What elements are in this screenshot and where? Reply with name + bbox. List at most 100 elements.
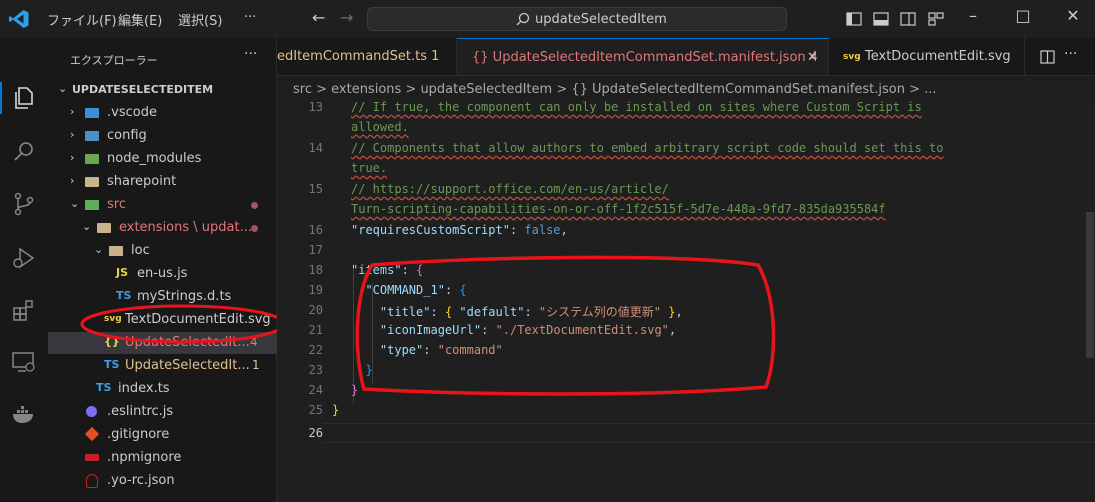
maximize-icon[interactable]: □ [1008,6,1038,30]
comment-text: allowed. [351,120,409,134]
line-number: 17 [308,243,323,257]
folder-icon [109,246,123,256]
vscode-folder-icon [85,108,99,118]
svg-file-icon: svg [843,52,861,62]
javascript-file-icon: JS [116,266,129,279]
source-control-icon[interactable] [10,190,38,218]
tree-item-index-ts[interactable]: TS index.ts [48,378,277,400]
title-bar: ファイル(F) 編集(E) 選択(S) ··· ← → updateSelect… [0,0,1095,38]
close-window-icon[interactable]: ✕ [1058,6,1088,30]
comment-text: // https://support.office.com/en-us/arti… [351,182,669,196]
menu-file[interactable]: ファイル(F) [47,10,117,29]
sidebar-more-actions[interactable]: ··· [244,46,257,62]
tree-root-folder[interactable]: ⌄ UPDATESELECTEDITEM [48,79,277,101]
tree-item-label: .npmignore [107,450,182,465]
remote-explorer-icon[interactable] [10,348,38,376]
menu-more[interactable]: ··· [244,10,256,25]
split-editor-icon[interactable] [1040,50,1055,64]
current-line-highlight [323,423,1095,443]
git-file-icon [84,426,100,442]
minimize-icon[interactable]: – [958,6,988,30]
run-and-debug-icon[interactable] [10,244,38,272]
chevron-right-icon: › [70,105,75,118]
tree-item-npmignore[interactable]: .npmignore [48,447,277,469]
extensions-icon[interactable] [10,296,38,324]
line-number: 23 [308,363,323,377]
search-label: updateSelectedItem [535,12,667,27]
line-number-current: 26 [308,426,323,440]
sidebar-title: エクスプローラー [70,54,158,67]
tree-item-extensions[interactable]: ⌄ extensions \ updat... [48,217,277,239]
tree-item-label: config [107,128,147,143]
comment-text: // If true, the component can only be in… [351,100,922,114]
annotation-ellipse-editor [355,255,776,396]
comment-text: // Components that allow authors to embe… [351,141,944,155]
line-number: 14 [308,141,323,155]
line-number: 25 [308,403,323,417]
comment-text: Turn-scripting-capabilities-on-or-off-1f… [351,202,886,216]
command-center-search[interactable]: updateSelectedItem [367,7,787,31]
typescript-file-icon: TS [96,381,112,394]
typescript-file-icon: TS [104,358,120,371]
tree-item-label: src [107,197,126,212]
toggle-primary-sidebar-icon[interactable] [846,11,862,27]
yeoman-file-icon [86,474,98,488]
error-dot-icon [251,225,258,232]
editor-scrollbar[interactable] [1086,212,1094,358]
chevron-right-icon: › [70,128,75,141]
code-comment-line: // If true, the component can only be in… [351,100,922,114]
line-number: 13 [308,100,323,114]
tree-item-label: extensions \ updat... [119,220,252,235]
explorer-icon[interactable] [10,84,38,112]
tree-item-src[interactable]: ⌄ src [48,194,277,216]
chevron-down-icon: ⌄ [58,82,68,95]
toggle-panel-icon[interactable] [873,11,889,27]
menu-selection[interactable]: 選択(S) [178,10,222,29]
tree-item-loc[interactable]: ⌄ loc [48,240,277,262]
tree-item-gitignore[interactable]: .gitignore [48,424,277,446]
chevron-right-icon: › [70,151,75,164]
tree-item-yo-rc-json[interactable]: .yo-rc.json [48,470,277,492]
customize-layout-icon[interactable] [928,11,944,27]
forward-arrow-icon[interactable]: → [340,8,353,27]
tab-label: TextDocumentEdit.svg [865,49,1011,64]
code-comment-line: // Components that allow authors to embe… [351,141,943,155]
line-number: 22 [308,343,323,357]
tree-item-config[interactable]: › config [48,125,277,147]
toggle-secondary-sidebar-icon[interactable] [900,11,916,27]
error-dot-icon [251,202,258,209]
code-comment-line: true. [351,161,387,175]
brace: } [332,403,340,417]
typescript-file-icon: TS [116,289,132,302]
breadcrumb[interactable]: src > extensions > updateSelectedItem > … [293,82,937,97]
docker-icon[interactable] [10,400,38,428]
explorer-sidebar: エクスプローラー ··· ⌄ UPDATESELECTEDITEM › .vsc… [48,38,277,502]
back-arrow-icon[interactable]: ← [312,8,325,27]
code-comment-line: allowed. [351,120,409,134]
line-number: 24 [308,383,323,397]
more-actions-icon[interactable]: ··· [1064,46,1077,62]
search-view-icon[interactable] [10,138,38,166]
tree-item-label: node_modules [107,151,202,166]
tree-item-vscode[interactable]: › .vscode [48,102,277,124]
tree-item-commandset-ts[interactable]: TS UpdateSelectedIt... 1 [48,355,277,377]
code-comment-line: Turn-scripting-capabilities-on-or-off-1f… [351,202,886,216]
chevron-down-icon: ⌄ [82,220,92,233]
tab-commandset-ts[interactable]: edItemCommandSet.ts 1 [277,38,457,75]
tree-item-label: .vscode [107,105,157,120]
tree-item-eslintrc[interactable]: .eslintrc.js [48,401,277,423]
line-number: 16 [308,223,323,237]
activity-bar [0,38,48,502]
line-number: 19 [308,283,323,297]
tab-textdocumentedit-svg[interactable]: svg TextDocumentEdit.svg [829,38,1025,75]
tree-item-sharepoint[interactable]: › sharepoint [48,171,277,193]
code-comment-line: // https://support.office.com/en-us/arti… [351,182,669,196]
search-icon [516,12,530,26]
json-value: false [524,223,561,237]
tab-manifest-json[interactable]: {} UpdateSelectedItemCommandSet.manifest… [457,38,829,75]
close-tab-icon[interactable]: ✕ [807,50,818,65]
problem-count-badge: 1 [252,358,260,372]
tree-item-node-modules[interactable]: › node_modules [48,148,277,170]
menu-edit[interactable]: 編集(E) [118,10,162,29]
tree-item-en-us-js[interactable]: JS en-us.js [48,263,277,285]
